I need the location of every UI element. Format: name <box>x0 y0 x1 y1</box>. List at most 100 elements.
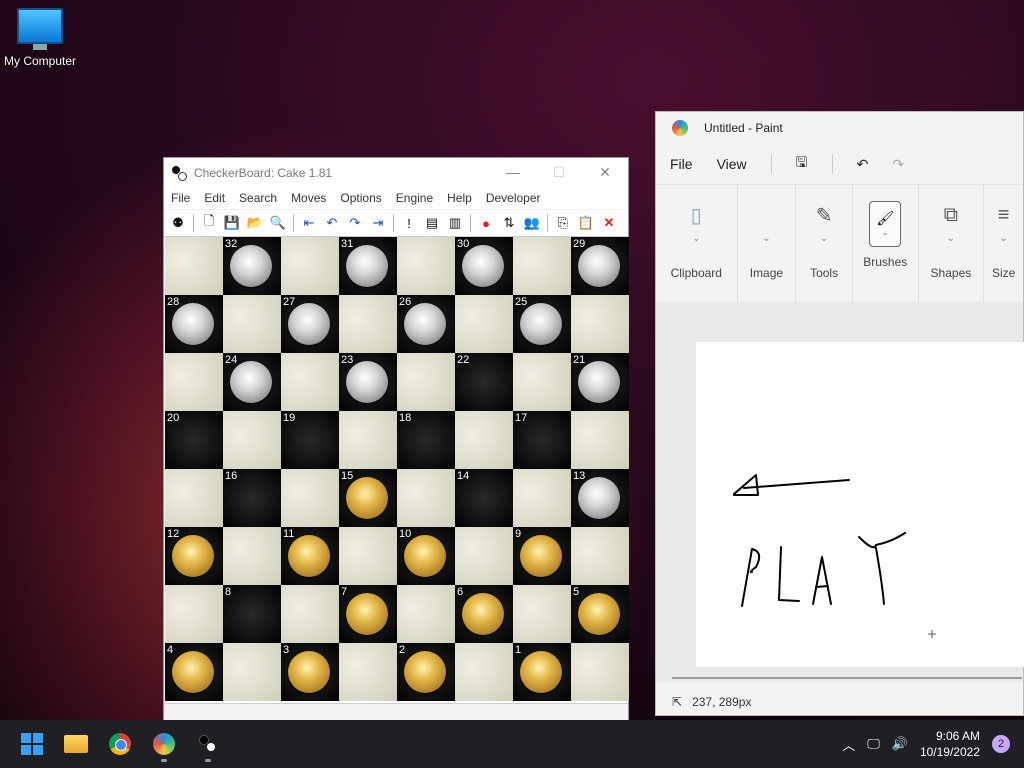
paint-canvas[interactable] <box>696 342 1024 667</box>
board-square-dark[interactable]: 30 <box>455 237 513 295</box>
go-end-icon[interactable]: ⇥ <box>368 213 388 233</box>
redo-move-icon[interactable]: ↷ <box>345 213 365 233</box>
board-square-dark[interactable]: 2 <box>397 643 455 701</box>
my-computer-desktop-icon[interactable]: My Computer <box>2 8 78 68</box>
chevron-up-icon[interactable]: ︿ <box>842 735 855 754</box>
board-square-dark[interactable]: 24 <box>223 353 281 411</box>
two-player-icon[interactable]: 👥 <box>522 213 542 233</box>
engine-options-icon[interactable]: ▥ <box>445 213 465 233</box>
close-button[interactable]: ✕ <box>582 164 628 181</box>
board-square-dark[interactable]: 7 <box>339 585 397 643</box>
white-checker-piece[interactable] <box>404 303 446 345</box>
maximize-button[interactable]: ☐ <box>536 164 582 181</box>
checkerboard-taskbar-button[interactable] <box>188 724 228 764</box>
redo-icon[interactable]: ↷ <box>892 156 904 173</box>
board-square-dark[interactable]: 8 <box>223 585 281 643</box>
white-checker-piece[interactable] <box>462 245 504 287</box>
menu-engine[interactable]: Engine <box>396 191 433 205</box>
brushes-group[interactable]: 🖌 ⌄ Brushes <box>853 185 919 303</box>
board-square-dark[interactable]: 28 <box>165 295 223 353</box>
menu-edit[interactable]: Edit <box>204 191 225 205</box>
network-icon[interactable]: 🖵 <box>867 736 880 752</box>
board-square-dark[interactable]: 23 <box>339 353 397 411</box>
size-group[interactable]: ≡ ⌄ Size <box>984 185 1023 303</box>
engine-icon[interactable]: ▤ <box>422 213 442 233</box>
board-square-dark[interactable]: 22 <box>455 353 513 411</box>
menu-file[interactable]: File <box>670 156 693 172</box>
paint-titlebar[interactable]: Untitled - Paint <box>656 112 1023 144</box>
gold-checker-piece[interactable] <box>578 593 620 635</box>
paste-icon[interactable]: 📋 <box>576 213 596 233</box>
new-game-icon[interactable]: 🗋 <box>199 213 219 233</box>
board-square-dark[interactable]: 5 <box>571 585 629 643</box>
file-explorer-button[interactable] <box>56 724 96 764</box>
menu-developer[interactable]: Developer <box>486 191 541 205</box>
board-square-dark[interactable]: 21 <box>571 353 629 411</box>
play-now-icon[interactable]: ! <box>399 213 419 233</box>
white-checker-piece[interactable] <box>288 303 330 345</box>
save-icon[interactable]: 💾 <box>222 213 242 233</box>
go-start-icon[interactable]: ⇤ <box>299 213 319 233</box>
paint-taskbar-button[interactable] <box>144 724 184 764</box>
clock[interactable]: 9:06 AM 10/19/2022 <box>920 728 980 760</box>
gold-checker-piece[interactable] <box>520 535 562 577</box>
board-square-dark[interactable]: 17 <box>513 411 571 469</box>
menu-file[interactable]: File <box>171 191 190 205</box>
gold-checker-piece[interactable] <box>404 535 446 577</box>
white-checker-piece[interactable] <box>520 303 562 345</box>
white-checker-piece[interactable] <box>346 361 388 403</box>
menu-search[interactable]: Search <box>239 191 277 205</box>
board-square-dark[interactable]: 31 <box>339 237 397 295</box>
menu-view[interactable]: View <box>717 156 747 172</box>
checkers-board[interactable]: 32 31 30 29 28 27 26 25 24 23 22 21 20 19 18 17 16 15 14 13… <box>165 237 629 701</box>
white-checker-piece[interactable] <box>230 361 272 403</box>
board-square-dark[interactable]: 1 <box>513 643 571 701</box>
gold-checker-piece[interactable] <box>172 535 214 577</box>
board-square-dark[interactable]: 11 <box>281 527 339 585</box>
notification-badge[interactable]: 2 <box>992 735 1010 753</box>
clipboard-group[interactable]: ▯ ⌄ Clipboard <box>656 185 738 303</box>
board-square-dark[interactable]: 19 <box>281 411 339 469</box>
board-square-dark[interactable]: 6 <box>455 585 513 643</box>
gold-checker-piece[interactable] <box>172 651 214 693</box>
white-checker-piece[interactable] <box>172 303 214 345</box>
board-square-dark[interactable]: 9 <box>513 527 571 585</box>
undo-move-icon[interactable]: ↶ <box>322 213 342 233</box>
board-square-dark[interactable]: 26 <box>397 295 455 353</box>
game-icon[interactable]: ⚉ <box>168 213 188 233</box>
white-checker-piece[interactable] <box>346 245 388 287</box>
white-checker-piece[interactable] <box>578 245 620 287</box>
horizontal-scrollbar[interactable] <box>672 677 1022 679</box>
copy-icon[interactable]: ⎘ <box>553 213 573 233</box>
image-group[interactable]: ⌄ Image <box>738 185 797 303</box>
start-button[interactable] <box>12 724 52 764</box>
close-doc-icon[interactable]: ✕ <box>599 213 619 233</box>
shapes-group[interactable]: ⧉ ⌄ Shapes <box>919 185 985 303</box>
gold-checker-piece[interactable] <box>520 651 562 693</box>
board-square-dark[interactable]: 10 <box>397 527 455 585</box>
board-square-dark[interactable]: 32 <box>223 237 281 295</box>
gold-checker-piece[interactable] <box>288 651 330 693</box>
board-square-dark[interactable]: 15 <box>339 469 397 527</box>
white-checker-piece[interactable] <box>578 477 620 519</box>
checkerboard-titlebar[interactable]: CheckerBoard: Cake 1.81 — ☐ ✕ <box>164 158 628 187</box>
gold-checker-piece[interactable] <box>288 535 330 577</box>
board-square-dark[interactable]: 27 <box>281 295 339 353</box>
menu-help[interactable]: Help <box>447 191 472 205</box>
tools-group[interactable]: ✎ ⌄ Tools <box>796 185 853 303</box>
board-square-dark[interactable]: 16 <box>223 469 281 527</box>
minimize-button[interactable]: — <box>490 164 536 181</box>
undo-icon[interactable]: ↶ <box>857 156 869 173</box>
open-icon[interactable]: 📂 <box>245 213 265 233</box>
board-square-dark[interactable]: 13 <box>571 469 629 527</box>
board-square-dark[interactable]: 29 <box>571 237 629 295</box>
board-square-dark[interactable]: 14 <box>455 469 513 527</box>
gold-checker-piece[interactable] <box>346 593 388 635</box>
save-icon[interactable]: 🖫 <box>796 152 808 176</box>
record-icon[interactable]: ● <box>476 213 496 233</box>
white-checker-piece[interactable] <box>578 361 620 403</box>
board-square-dark[interactable]: 3 <box>281 643 339 701</box>
board-square-dark[interactable]: 4 <box>165 643 223 701</box>
menu-options[interactable]: Options <box>340 191 381 205</box>
menu-moves[interactable]: Moves <box>291 191 326 205</box>
